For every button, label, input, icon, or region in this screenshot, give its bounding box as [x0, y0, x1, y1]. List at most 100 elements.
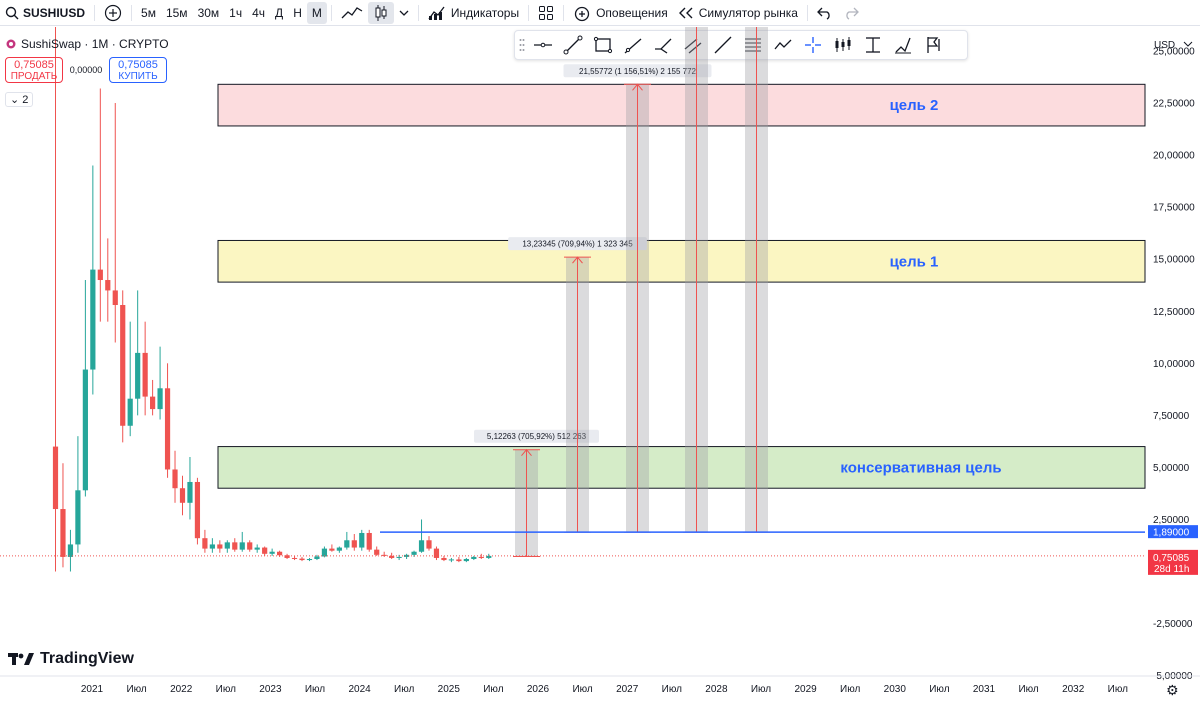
- interval-1h[interactable]: 1ч: [224, 0, 247, 26]
- candle-body: [299, 558, 305, 561]
- candle-body: [52, 446, 59, 510]
- time-axis[interactable]: 2021 Июл 2022 Июл 2023 Июл 2024 Июл 2025 Июл 2026 И…: [0, 675, 1200, 695]
- alarm-clock-icon: [574, 6, 590, 21]
- indicators-collapse-button[interactable]: ⌄ 2: [5, 92, 34, 107]
- candle-body: [224, 542, 230, 549]
- time-tick-label: Июл: [929, 684, 949, 695]
- price-axis[interactable]: USD50,0000047,5000045,0000042,5000040,00…: [1147, 27, 1200, 702]
- candles-button[interactable]: [367, 1, 394, 24]
- time-tick-label: Июл: [1018, 684, 1038, 695]
- target-zone: [217, 83, 1146, 127]
- candle-body: [374, 549, 380, 555]
- candle-body: [306, 559, 313, 561]
- undo-button[interactable]: [812, 0, 838, 26]
- redo-button[interactable]: [838, 0, 864, 26]
- candle-body: [396, 556, 402, 558]
- divider: [131, 4, 133, 21]
- time-tick-label: Июл: [662, 684, 682, 695]
- target-zone: [217, 446, 1146, 489]
- candle-body: [344, 540, 350, 548]
- candle-body: [194, 481, 201, 539]
- time-tick-label: 2024: [348, 684, 371, 695]
- time-tick-label: 2023: [259, 684, 282, 695]
- current-price-label: 0,75085: [1153, 553, 1190, 564]
- price-tick-label: 25,00000: [1153, 47, 1195, 58]
- line-chart-button[interactable]: [336, 0, 368, 26]
- symbol-search[interactable]: SUSHIUSD: [0, 0, 90, 26]
- settings-gear-icon[interactable]: ⚙: [1166, 682, 1179, 699]
- interval-5m[interactable]: 5м: [136, 0, 161, 26]
- candle-body: [359, 532, 365, 548]
- candle-body: [179, 488, 186, 503]
- price-chart[interactable]: цель 4цель 3цель 2цель 1консервативная ц…: [0, 27, 1200, 702]
- divider: [806, 4, 808, 21]
- candle-body: [120, 305, 126, 426]
- candle-body: [157, 388, 163, 410]
- interval-month[interactable]: М: [306, 1, 327, 24]
- candle-body: [239, 542, 245, 550]
- candles-icon: [375, 4, 387, 21]
- time-tick-label: Июл: [840, 684, 860, 695]
- time-tick-label: Июл: [126, 684, 146, 695]
- price-tick-label: 2,50000: [1153, 515, 1190, 526]
- chart-type-dropdown[interactable]: [394, 0, 414, 26]
- time-tick-label: 2026: [527, 684, 550, 695]
- time-tick-label: Июл: [483, 684, 503, 695]
- candle-body: [291, 557, 298, 559]
- candle-body: [67, 544, 74, 557]
- sell-button[interactable]: 0,75085 ПРОДАТЬ: [5, 57, 63, 83]
- interval-week[interactable]: Н: [288, 0, 307, 26]
- candle-body: [150, 396, 156, 410]
- time-tick-label: 2021: [81, 684, 104, 695]
- trade-buttons: 0,75085 ПРОДАТЬ 0,00000 0,75085 КУПИТЬ: [5, 57, 167, 83]
- candle-body: [336, 547, 342, 551]
- time-tick-label: 2028: [705, 684, 728, 695]
- candle-body: [269, 551, 275, 554]
- candle-body: [478, 556, 484, 558]
- indicators-icon: [428, 6, 445, 20]
- candle-body: [448, 559, 455, 561]
- target-zone-label: цель 2: [890, 97, 939, 114]
- price-tick-label: 7,50000: [1153, 411, 1190, 422]
- interval-15m[interactable]: 15м: [161, 0, 193, 26]
- candle-body: [164, 388, 171, 470]
- buy-button[interactable]: 0,75085 КУПИТЬ: [109, 57, 167, 83]
- candle-body: [262, 547, 268, 554]
- tradingview-logo[interactable]: TradingView: [8, 650, 134, 668]
- indicator-count: 2: [22, 94, 29, 106]
- candle-body: [187, 481, 193, 503]
- candle-body: [433, 548, 440, 558]
- price-tick-label: 17,50000: [1153, 203, 1195, 214]
- indicators-button[interactable]: Индикаторы: [423, 0, 524, 26]
- candle-body: [217, 544, 223, 549]
- alerts-label: Оповещения: [596, 5, 668, 20]
- spread-value: 0,00000: [69, 65, 103, 75]
- top-toolbar: SUSHIUSD 5м 15м 30м 1ч 4ч Д Н М Индикато…: [0, 0, 1200, 26]
- measure-label: 21,55772 (1 156,51%) 2 155 772: [579, 67, 697, 76]
- time-tick-label: 2031: [973, 684, 996, 695]
- price-tick-label: -2,50000: [1153, 619, 1193, 630]
- layouts-button[interactable]: [533, 0, 559, 26]
- chart-legend: SushiSwap · 1M · CRYPTO: [6, 37, 169, 51]
- candle-body: [60, 509, 66, 557]
- candle-body: [112, 290, 118, 306]
- candle-body: [172, 469, 178, 489]
- alerts-button[interactable]: Оповещения: [568, 0, 673, 26]
- candle-body: [127, 398, 133, 426]
- buy-label: КУПИТЬ: [118, 71, 158, 82]
- interval-4h[interactable]: 4ч: [247, 0, 270, 26]
- brand-name: TradingView: [40, 650, 134, 667]
- price-tick-label: 10,00000: [1153, 359, 1195, 370]
- interval-day[interactable]: Д: [270, 0, 288, 26]
- time-tick-label: Июл: [216, 684, 236, 695]
- compare-button[interactable]: [99, 0, 127, 26]
- redo-icon: [846, 7, 859, 20]
- interval-30m[interactable]: 30м: [193, 0, 225, 26]
- candle-body: [135, 352, 141, 399]
- candle-body: [441, 557, 447, 561]
- indicators-label: Индикаторы: [450, 5, 520, 20]
- candle-body: [90, 269, 96, 370]
- price-tick-label: 20,00000: [1153, 151, 1195, 162]
- replay-button[interactable]: Симулятор рынка: [673, 0, 803, 26]
- tradingview-logo-icon: [8, 653, 34, 665]
